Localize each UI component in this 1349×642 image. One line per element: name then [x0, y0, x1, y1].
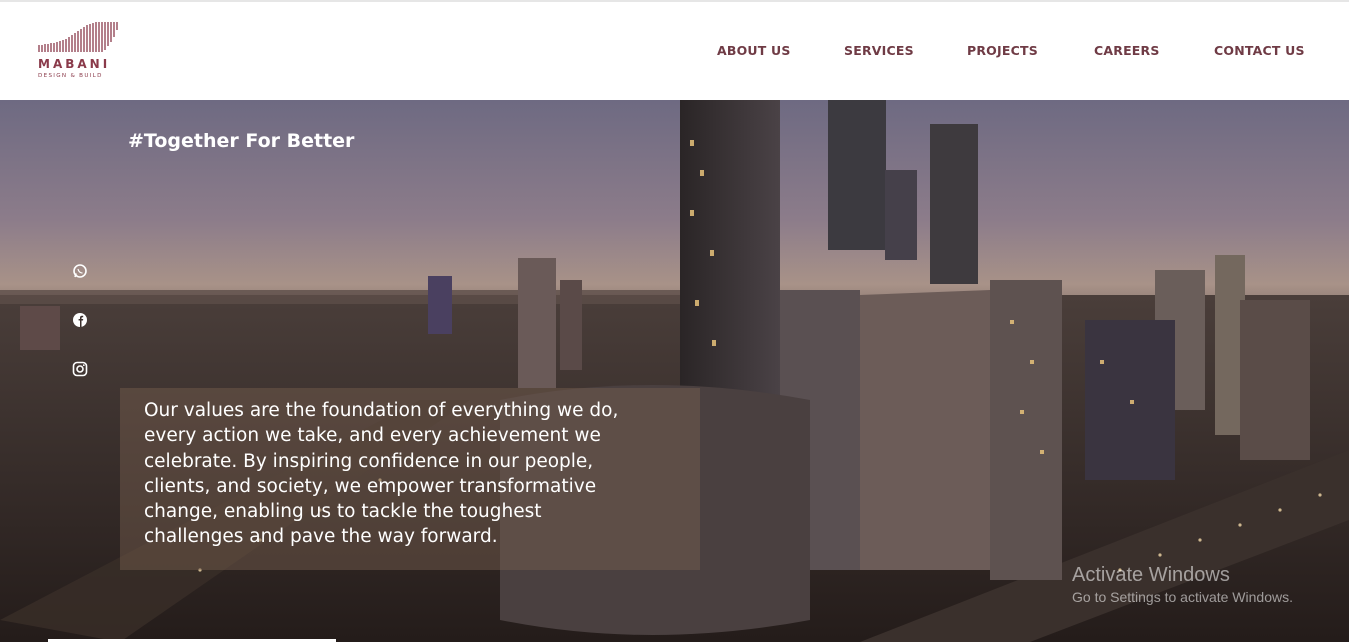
- instagram-icon[interactable]: [70, 359, 90, 379]
- nav-about-us[interactable]: ABOUT US: [717, 43, 791, 58]
- windows-activation-watermark: Activate Windows Go to Settings to activ…: [1072, 564, 1293, 605]
- hero-title: #Together For Better: [128, 130, 355, 152]
- brand-tagline: DESIGN & BUILD: [38, 73, 103, 79]
- whatsapp-icon[interactable]: [70, 261, 90, 281]
- nav-careers[interactable]: CAREERS: [1094, 43, 1160, 58]
- values-panel: Our values are the foundation of everyth…: [120, 388, 700, 570]
- logo-mark-icon: [38, 22, 118, 52]
- facebook-icon[interactable]: [70, 310, 90, 330]
- site-header: MABANI DESIGN & BUILD ABOUT US SERVICES …: [0, 0, 1349, 100]
- nav-services[interactable]: SERVICES: [844, 43, 914, 58]
- values-text: Our values are the foundation of everyth…: [144, 400, 619, 548]
- nav-contact-us[interactable]: CONTACT US: [1214, 43, 1305, 58]
- watermark-title: Activate Windows: [1072, 564, 1230, 586]
- hero-section: #Together For Better Our values are the …: [0, 100, 1349, 642]
- mabani-logo[interactable]: MABANI DESIGN & BUILD: [38, 20, 128, 84]
- nav-projects[interactable]: PROJECTS: [967, 43, 1038, 58]
- brand-name: MABANI: [38, 57, 111, 71]
- watermark-subtitle: Go to Settings to activate Windows.: [1072, 589, 1293, 605]
